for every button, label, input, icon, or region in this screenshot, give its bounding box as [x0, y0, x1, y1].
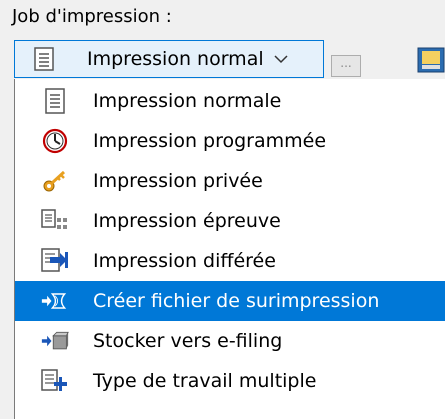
option-impression-differee[interactable]: Impression différée	[15, 241, 445, 281]
combo-selected-value: Impression normal	[87, 48, 264, 70]
option-label: Impression différée	[93, 250, 276, 272]
option-label: Impression normale	[93, 90, 282, 112]
more-options-button[interactable]: ...	[331, 55, 361, 77]
job-type-dropdown: Impression normale Impression programmée…	[14, 79, 445, 419]
document-icon	[41, 87, 69, 115]
document-icon	[31, 45, 57, 73]
hold-icon	[41, 247, 69, 275]
chevron-down-icon[interactable]	[272, 50, 290, 68]
job-label: Job d'impression :	[12, 6, 172, 27]
option-label: Créer fichier de surimpression	[93, 290, 380, 312]
option-label: Stocker vers e-filing	[93, 330, 283, 352]
efiling-icon	[41, 327, 69, 355]
clock-icon	[41, 127, 69, 155]
option-impression-privee[interactable]: Impression privée	[15, 161, 445, 201]
option-label: Impression privée	[93, 170, 263, 192]
option-impression-normale[interactable]: Impression normale	[15, 81, 445, 121]
option-impression-programmee[interactable]: Impression programmée	[15, 121, 445, 161]
option-label: Type de travail multiple	[93, 370, 317, 392]
option-impression-epreuve[interactable]: Impression épreuve	[15, 201, 445, 241]
multiple-icon	[41, 367, 69, 395]
option-label: Impression programmée	[93, 130, 327, 152]
option-stocker-vers-efiling[interactable]: Stocker vers e-filing	[15, 321, 445, 361]
key-icon	[41, 167, 69, 195]
printer-settings-icon[interactable]	[417, 46, 445, 76]
option-creer-fichier-surimpression[interactable]: Créer fichier de surimpression	[15, 281, 445, 321]
overlay-icon	[41, 287, 69, 315]
option-label: Impression épreuve	[93, 210, 281, 232]
option-type-travail-multiple[interactable]: Type de travail multiple	[15, 361, 445, 401]
proof-icon	[41, 207, 69, 235]
print-job-combo[interactable]: Impression normal	[14, 40, 324, 78]
